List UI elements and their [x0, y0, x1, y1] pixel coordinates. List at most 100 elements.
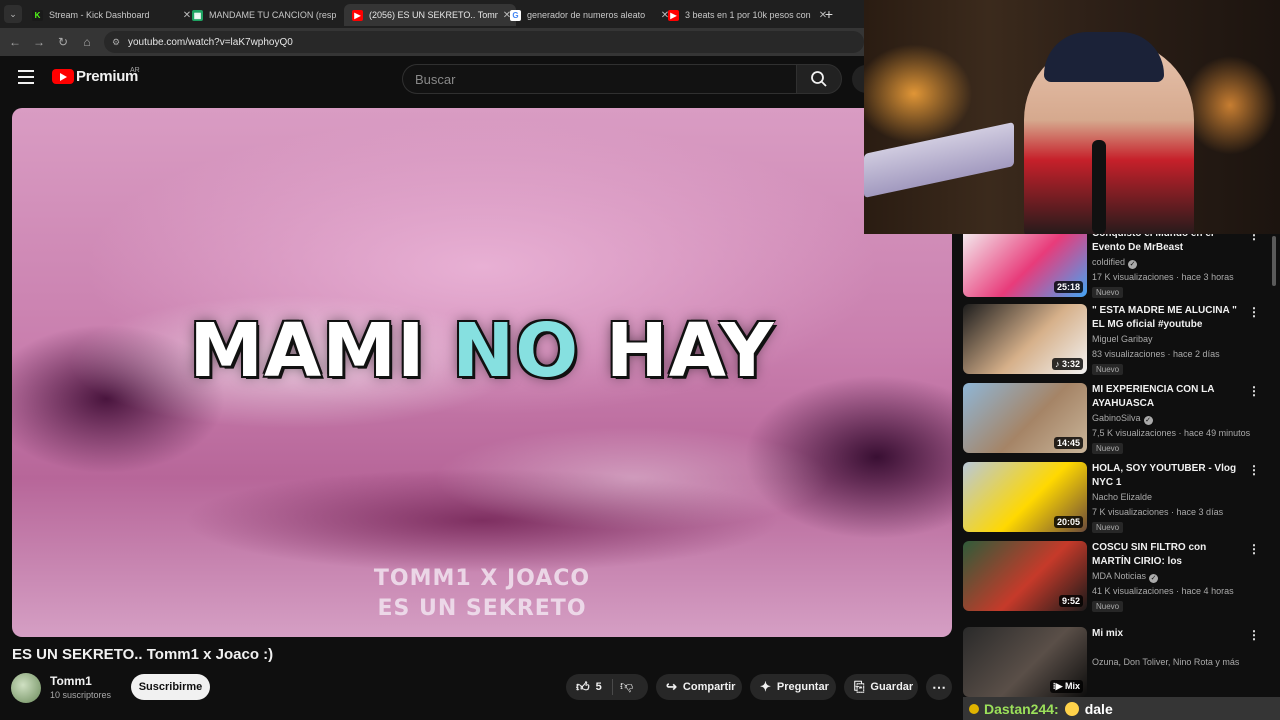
tab-favicon-icon: G	[510, 9, 521, 21]
tab-favicon-icon: ▦	[192, 9, 203, 21]
thumbs-up-icon: 👍︎	[576, 679, 590, 694]
new-badge: Nuevo	[1092, 522, 1124, 533]
tab-title: Stream - Kick Dashboard	[49, 10, 150, 20]
video-thumbnail[interactable]: 20:05	[963, 462, 1087, 532]
like-count: 5	[595, 681, 602, 693]
more-options-icon[interactable]: ⋮	[1248, 384, 1260, 398]
verified-check-icon: ✓	[1143, 416, 1153, 425]
youtube-logo[interactable]: Premium	[52, 68, 138, 85]
region-code: AR	[130, 67, 140, 74]
recommended-video[interactable]: 9:52 COSCU SIN FILTRO con MARTÍN CIRIO: l…	[963, 541, 1263, 613]
recommended-channel[interactable]: Miguel Garibay	[1092, 334, 1153, 344]
video-thumbnail[interactable]: ♪ 3:32	[963, 304, 1087, 374]
forward-icon[interactable]: →	[30, 33, 48, 51]
more-actions-button[interactable]: ⋯	[926, 674, 952, 700]
recommended-video-title[interactable]: Mi mix	[1092, 627, 1244, 641]
video-duration: ⁝▶ Mix	[1049, 680, 1083, 693]
recommended-channel-name: Nacho Elizalde	[1092, 492, 1153, 502]
like-divider	[612, 679, 613, 695]
tab-favicon-icon: ▶	[668, 9, 679, 21]
tab-title: MANDAME TU CANCION (resp	[209, 10, 337, 20]
new-badge: Nuevo	[1092, 287, 1124, 298]
video-overlay-text: MAMI NO HAY	[189, 308, 775, 394]
tab-title: generador de numeros aleato	[527, 10, 646, 20]
video-thumbnail[interactable]: 14:45	[963, 383, 1087, 453]
recommended-video[interactable]: 25:18Conquisto el Mundo en el Evento De …	[963, 227, 1263, 299]
browser-tab[interactable]: ▶ 3 beats en 1 por 10k pesos con ✕	[660, 4, 832, 26]
save-button[interactable]: ⎘ Guardar	[844, 674, 918, 700]
video-player[interactable]: MAMI NO HAY TOMM1 X JOACO ES UN SEKRETO	[12, 108, 952, 637]
recommended-channel[interactable]: Ozuna, Don Toliver, Nino Rota y más	[1092, 657, 1239, 667]
browser-tab[interactable]: ▶ (2056) ES UN SEKRETO.. Tomm ✕	[344, 4, 516, 26]
browser-tab[interactable]: K Stream - Kick Dashboard ✕	[24, 4, 196, 26]
back-icon[interactable]: ←	[6, 33, 24, 51]
recommended-meta: 17 K visualizaciones · hace 3 horas	[1092, 272, 1234, 282]
sidebar-scrollbar[interactable]	[1272, 236, 1276, 286]
subscriber-count: 10 suscriptores	[50, 690, 112, 700]
tab-favicon-icon: ▶	[352, 9, 363, 21]
new-tab-button[interactable]: +	[820, 5, 838, 23]
home-icon[interactable]: ⌂	[78, 33, 96, 51]
site-info-icon[interactable]: ⚙	[112, 37, 122, 47]
verified-check-icon: ✓	[1149, 574, 1159, 583]
address-bar[interactable]: ⚙ youtube.com/watch?v=laK7wphoyQ0	[104, 31, 864, 53]
tab-title: (2056) ES UN SEKRETO.. Tomm	[369, 10, 498, 20]
webcam-overlay	[864, 0, 1280, 234]
more-options-icon[interactable]: ⋮	[1248, 463, 1260, 477]
channel-avatar[interactable]	[11, 673, 41, 703]
chat-text: dale	[1084, 700, 1113, 717]
browser-tab[interactable]: Ggenerador de numeros aleato ✕	[502, 4, 674, 26]
chat-username: Dastan244:	[984, 700, 1059, 717]
recommended-channel[interactable]: Nacho Elizalde	[1092, 492, 1152, 502]
thumbs-down-icon[interactable]: 👎︎	[620, 678, 633, 694]
recommended-channel-name: MDA Noticias	[1092, 571, 1147, 581]
recommended-meta: 7,5 K visualizaciones · hace 49 minutos	[1092, 428, 1251, 438]
browser-tab[interactable]: ▦MANDAME TU CANCION (resp✕	[184, 4, 356, 26]
video-thumbnail[interactable]: 25:18	[963, 227, 1087, 297]
recommended-channel-name: Ozuna, Don Toliver, Nino Rota y más	[1092, 657, 1240, 667]
channel-name[interactable]: Tomm1	[50, 674, 92, 688]
recommended-video-title[interactable]: COSCU SIN FILTRO con MARTÍN CIRIO: los P…	[1092, 541, 1244, 569]
subscribe-button[interactable]: Suscribirme	[131, 674, 210, 700]
ask-label: Preguntar	[776, 681, 829, 693]
like-button[interactable]: 👍︎ 5	[566, 674, 648, 700]
sparkle-icon: ✦	[760, 679, 771, 694]
video-duration: 14:45	[1053, 437, 1083, 449]
tab-list-button[interactable]: ⌄	[4, 5, 22, 23]
recommended-channel[interactable]: MDA Noticias ✓	[1092, 571, 1159, 583]
bookmark-icon: ⎘	[854, 679, 865, 694]
cap-shape	[1044, 32, 1164, 82]
recommended-video-title[interactable]: HOLA, SOY YOUTUBER - Vlog NYC 1	[1092, 462, 1244, 490]
video-thumbnail[interactable]: ⁝▶ Mix	[963, 627, 1087, 697]
recommended-video-title[interactable]: " ESTA MADRE ME ALUCINA " EL MG oficial …	[1092, 304, 1244, 332]
video-credit-text: TOMM1 X JOACO ES UN SEKRETO	[373, 566, 591, 621]
smile-emoji-icon	[1064, 701, 1079, 716]
recommended-video[interactable]: 20:05 HOLA, SOY YOUTUBER - Vlog NYC 1 Nach…	[963, 462, 1263, 534]
video-thumbnail[interactable]: 9:52	[963, 541, 1087, 611]
new-badge: Nuevo	[1092, 443, 1124, 454]
video-duration: 25:18	[1053, 281, 1083, 293]
recommended-video[interactable]: ♪ 3:32 " ESTA MADRE ME ALUCINA " EL MG of…	[963, 304, 1263, 376]
hamburger-menu-icon[interactable]	[18, 70, 34, 84]
search-button[interactable]	[796, 64, 842, 94]
more-options-icon[interactable]: ⋮	[1248, 628, 1260, 642]
ask-button[interactable]: ✦ Preguntar	[750, 674, 836, 700]
recommended-meta: 41 K visualizaciones · hace 4 horas	[1092, 586, 1234, 596]
recommended-channel[interactable]: coldified ✓	[1092, 257, 1138, 269]
share-label: Compartir	[682, 681, 736, 693]
recommended-channel-name: coldified	[1092, 257, 1126, 267]
reload-icon[interactable]: ↻	[54, 33, 72, 51]
more-options-icon[interactable]: ⋮	[1248, 542, 1260, 556]
recommended-video[interactable]: ⁝▶ Mix Mi mix Ozuna, Don Toliver, Nino Rot…	[963, 627, 1263, 699]
video-duration: ♪ 3:32	[1051, 358, 1083, 370]
recommended-video[interactable]: 14:45 MI EXPERIENCIA CON LA AYAHUASCA Gabi…	[963, 383, 1263, 455]
search-placeholder: Buscar	[415, 71, 456, 87]
search-input[interactable]: Buscar	[402, 64, 796, 94]
share-icon: ↪	[666, 679, 677, 694]
recommended-video-title[interactable]: MI EXPERIENCIA CON LA AYAHUASCA	[1092, 383, 1244, 411]
new-badge: Nuevo	[1092, 364, 1124, 375]
recommended-channel[interactable]: GabinoSilva ✓	[1092, 413, 1153, 425]
share-button[interactable]: ↪ Compartir	[656, 674, 742, 700]
recommended-channel-name: GabinoSilva	[1092, 413, 1141, 423]
more-options-icon[interactable]: ⋮	[1248, 305, 1260, 319]
